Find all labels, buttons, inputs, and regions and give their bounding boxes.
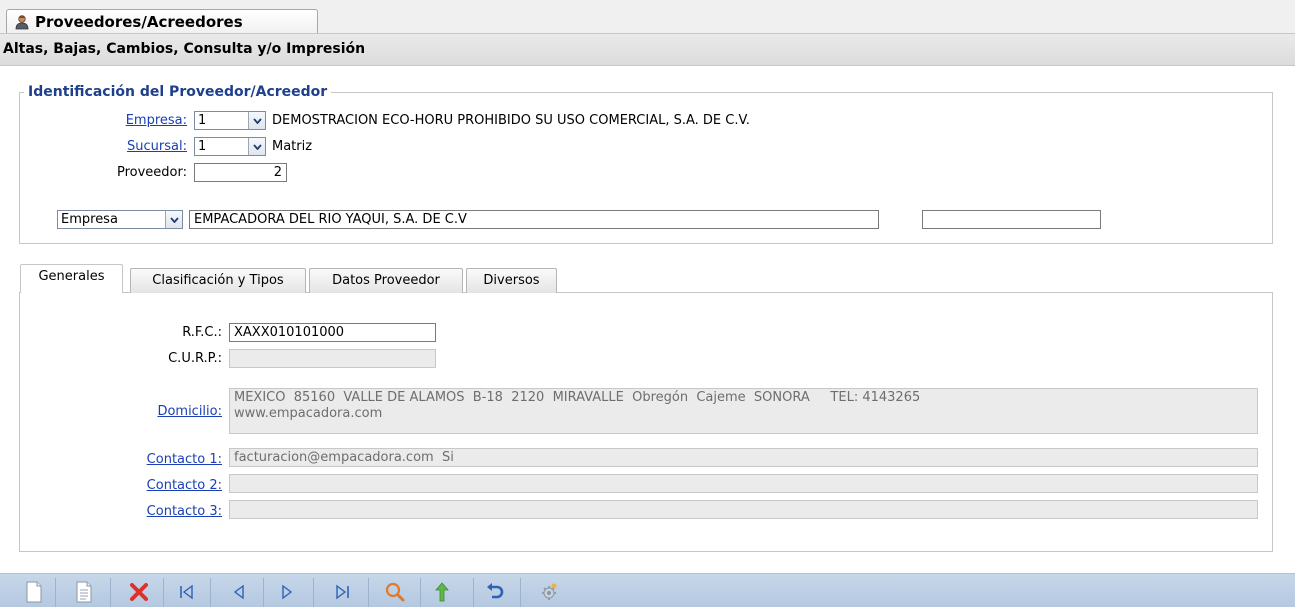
- proveedor-label: Proveedor:: [116, 165, 187, 180]
- domicilio-line-1: MEXICO 85160 VALLE DE ALAMOS B-18 2120 M…: [234, 390, 921, 405]
- proveedor-input[interactable]: 2: [194, 163, 287, 182]
- sucursal-description: Matriz: [272, 139, 313, 154]
- entity-type-value: Empresa: [61, 212, 118, 227]
- user-icon: [14, 14, 30, 30]
- copy-document-icon[interactable]: [70, 578, 98, 606]
- toolbar-separator: [163, 578, 164, 607]
- contacto-1-link[interactable]: Contacto 1:: [100, 451, 222, 469]
- rfc-label: R.F.C.:: [182, 325, 222, 340]
- entity-type-select[interactable]: Empresa: [57, 210, 183, 229]
- contacto-1-input[interactable]: facturacion@empacadora.com Si: [229, 448, 1258, 467]
- toolbar-separator: [110, 578, 111, 607]
- provider-name-input[interactable]: EMPACADORA DEL RIO YAQUI, S.A. DE C.V: [189, 210, 879, 229]
- contacto-2-input[interactable]: [229, 474, 1258, 493]
- toolbar-separator: [420, 578, 421, 607]
- chevron-down-icon[interactable]: [248, 112, 265, 129]
- sucursal-select-value: 1: [198, 139, 207, 154]
- toolbar-separator: [55, 578, 56, 607]
- toolbar-separator: [263, 578, 264, 607]
- rfc-input[interactable]: XAXX010101000: [229, 323, 436, 342]
- curp-input[interactable]: [229, 349, 436, 368]
- search-icon[interactable]: [381, 578, 409, 606]
- toolbar-separator: [313, 578, 314, 607]
- domicilio-link[interactable]: Domicilio:: [130, 403, 222, 421]
- window-tab-title: Proveedores/Acreedores: [35, 12, 243, 31]
- tab-clasificacion[interactable]: Clasificación y Tipos: [130, 268, 306, 293]
- provider-extra-input[interactable]: [922, 210, 1101, 229]
- sucursal-link[interactable]: Sucursal:: [120, 138, 187, 156]
- tab-generales[interactable]: Generales: [20, 264, 123, 293]
- last-record-icon[interactable]: [328, 578, 356, 606]
- settings-icon[interactable]: [535, 578, 563, 606]
- undo-icon[interactable]: [481, 578, 509, 606]
- toolbar-separator: [368, 578, 369, 607]
- upload-icon[interactable]: [428, 578, 456, 606]
- next-record-icon[interactable]: [273, 578, 301, 606]
- new-document-icon[interactable]: [20, 578, 48, 606]
- domicilio-textarea[interactable]: MEXICO 85160 VALLE DE ALAMOS B-18 2120 M…: [229, 388, 1258, 434]
- curp-label: C.U.R.P.:: [168, 351, 222, 366]
- contacto-3-link[interactable]: Contacto 3:: [100, 503, 222, 521]
- empresa-select-value: 1: [198, 113, 207, 128]
- toolbar-separator: [473, 578, 474, 607]
- contacto-3-input[interactable]: [229, 500, 1258, 519]
- delete-icon[interactable]: [125, 578, 153, 606]
- tab-datos-proveedor[interactable]: Datos Proveedor: [309, 268, 463, 293]
- contacto-2-link[interactable]: Contacto 2:: [100, 477, 222, 495]
- chevron-down-icon[interactable]: [248, 138, 265, 155]
- empresa-select[interactable]: 1: [194, 111, 266, 130]
- first-record-icon[interactable]: [173, 578, 201, 606]
- empresa-description: DEMOSTRACION ECO-HORU PROHIBIDO SU USO C…: [272, 113, 750, 128]
- chevron-down-icon[interactable]: [165, 211, 182, 228]
- previous-record-icon[interactable]: [225, 578, 253, 606]
- empresa-link[interactable]: Empresa:: [120, 112, 187, 130]
- identification-legend: Identificación del Proveedor/Acreedor: [24, 83, 332, 101]
- window-tab[interactable]: Proveedores/Acreedores: [6, 9, 318, 33]
- tab-diversos[interactable]: Diversos: [466, 268, 557, 293]
- toolbar-separator: [520, 578, 521, 607]
- page-subheader: Altas, Bajas, Cambios, Consulta y/o Impr…: [0, 33, 1295, 66]
- domicilio-line-2: www.empacadora.com: [234, 406, 383, 421]
- toolbar-separator: [210, 578, 211, 607]
- sucursal-select[interactable]: 1: [194, 137, 266, 156]
